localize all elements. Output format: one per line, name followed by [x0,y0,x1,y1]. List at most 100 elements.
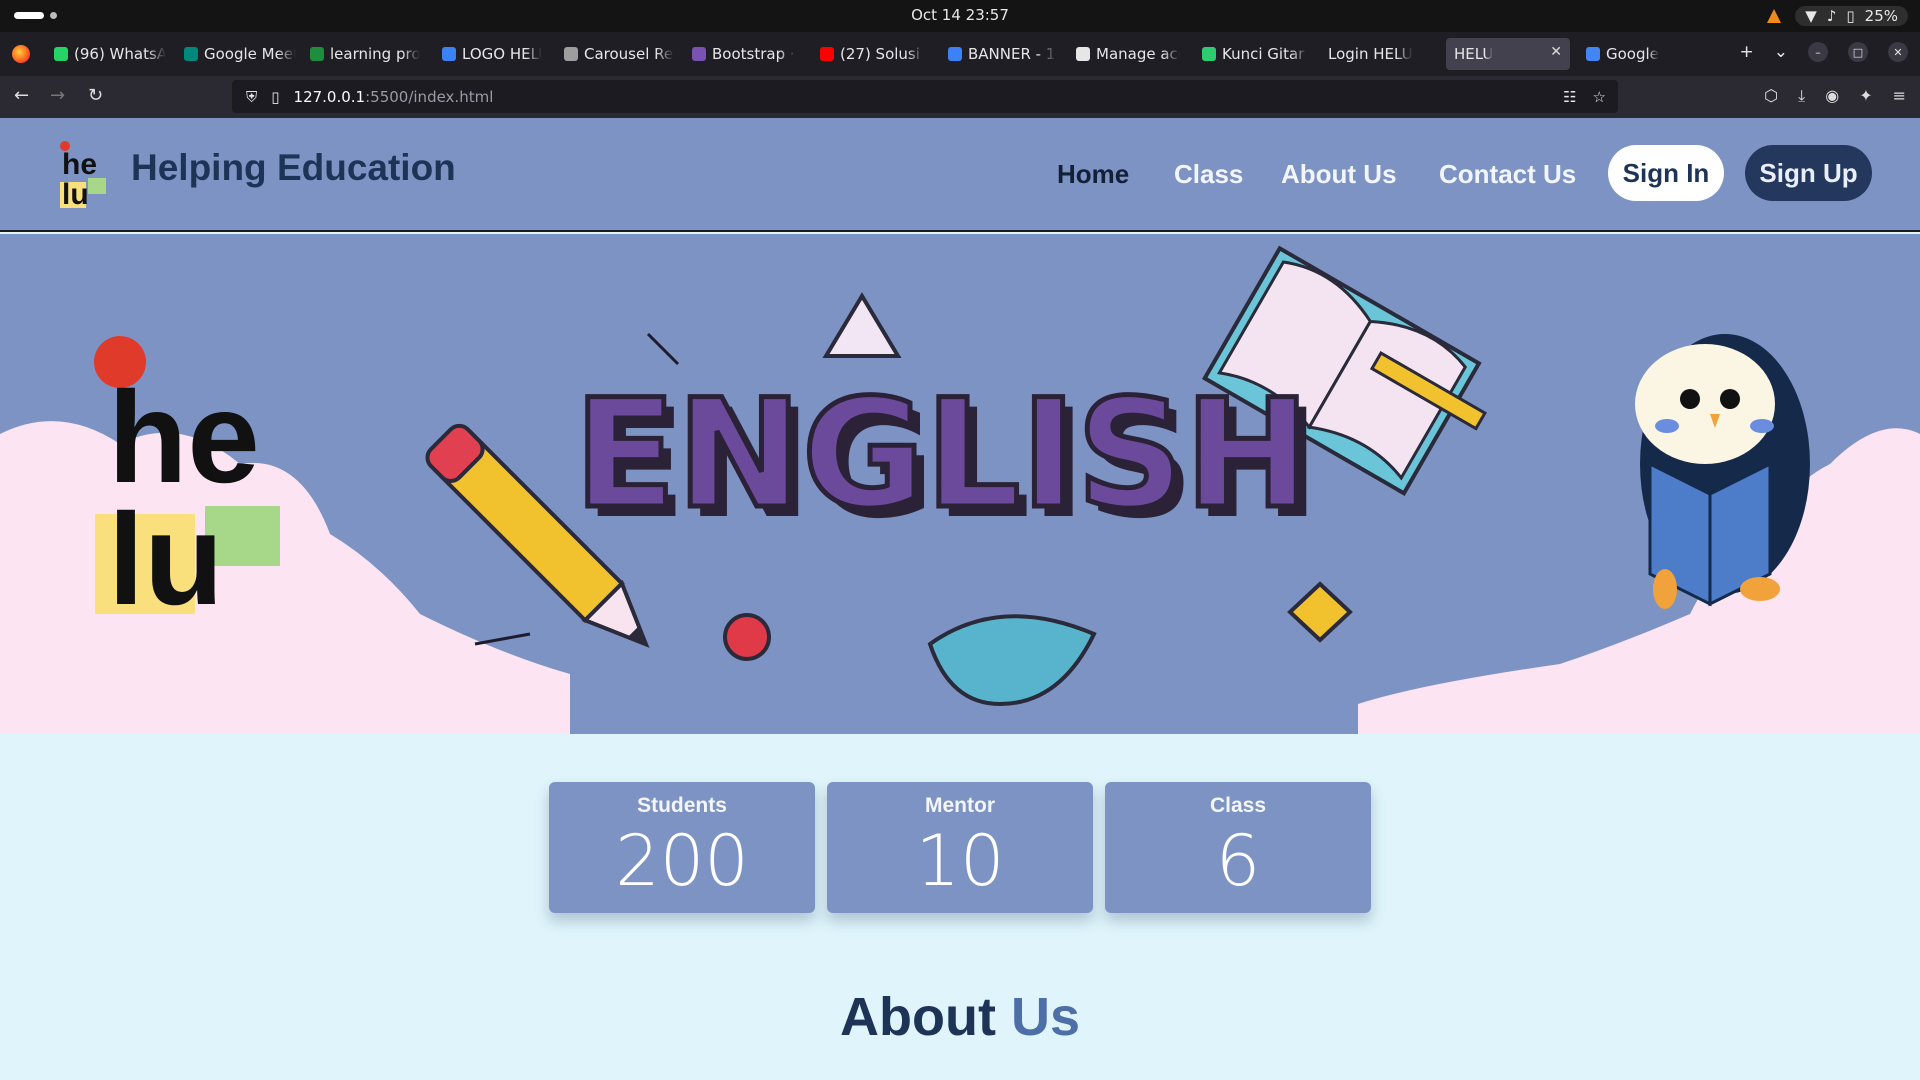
tab-label: BANNER - 19 [968,45,1056,63]
triangle-shape [822,292,902,358]
tab-3[interactable]: learning pro [302,38,420,70]
firefox-icon [12,45,30,63]
youtube-icon [820,47,834,61]
tab-label: (96) WhatsA [74,45,166,63]
banner-logo-bottom: lu [108,486,224,632]
canva-icon [442,47,456,61]
sign-in-button[interactable]: Sign In [1608,145,1724,201]
tab-list-chevron-icon[interactable]: ⌄ [1774,42,1788,62]
sheets-icon [310,47,324,61]
menu-icon[interactable]: ≡ [1893,86,1906,106]
bookmark-star-icon[interactable]: ☆ [1593,88,1606,106]
os-clock[interactable]: Oct 14 23:57 [0,6,1920,24]
minimize-icon[interactable]: – [1808,42,1828,62]
tab-label: Login HELU [1328,45,1413,63]
google-meet-icon [184,47,198,61]
system-status-menu[interactable]: ▼ ♪ ▯ 25% [1795,6,1908,26]
web-page: he lu Helping Education Home Class About… [0,118,1920,1080]
stat-value: 200 [615,820,749,902]
stat-card-students: Students 200 [549,782,815,913]
download-icon[interactable]: ⤓ [1798,86,1805,106]
helu-logo-icon[interactable]: he lu [58,140,108,210]
tab-4[interactable]: LOGO HELU [434,38,542,70]
google-icon [1586,47,1600,61]
tab-12[interactable]: HELU ✕ [1446,38,1570,70]
close-window-icon[interactable]: ✕ [1888,42,1908,62]
restore-icon[interactable]: □ [1848,42,1868,62]
nav-class[interactable]: Class [1174,159,1243,190]
close-tab-icon[interactable]: ✕ [1550,44,1562,60]
tab-6[interactable]: Bootstrap · T [684,38,796,70]
tab-label: learning pro [330,45,420,63]
tab-8[interactable]: BANNER - 19 [940,38,1056,70]
tab-label: Bootstrap · T [712,45,796,63]
svg-text:lu: lu [62,178,89,210]
battery-icon: ▯ [1846,7,1855,25]
generic-icon [1202,47,1216,61]
tab-label: Manage acc [1096,45,1180,63]
tab-1[interactable]: (96) WhatsA [46,38,166,70]
stat-label: Class [1209,794,1267,817]
ball-shape [723,613,771,661]
reader-mode-icon[interactable]: ☷ [1563,88,1576,106]
canva-icon [948,47,962,61]
nav-about-us[interactable]: About Us [1281,159,1397,190]
tab-label: Kunci Gitar F [1222,45,1308,63]
account-icon[interactable]: ◉ [1825,86,1839,106]
stat-card-class: Class 6 [1105,782,1371,913]
svg-text:he: he [62,148,97,181]
address-bar[interactable]: ⛨ ▯ 127.0.0.1:5500/index.html ☷ ☆ [232,80,1618,113]
page-icon: ▯ [271,87,280,106]
tab-label: Carousel Res [584,45,674,63]
cloud-right [1358,428,1920,734]
nav-contact-us[interactable]: Contact Us [1439,159,1576,190]
whatsapp-icon [54,47,68,61]
stat-value: 10 [915,820,1005,902]
stats-row: Students 200 Mentor 10 Class 6 [549,782,1371,913]
brand-name[interactable]: Helping Education [131,147,456,189]
new-tab-icon[interactable]: + [1740,42,1754,62]
tab-label: (27) Solusi E [840,45,924,63]
banner-headline: ENGLISH [574,368,1310,542]
reload-icon[interactable]: ↻ [88,85,103,106]
tab-label: Google Meet [204,45,296,63]
volume-icon: ♪ [1826,7,1837,25]
nav-home[interactable]: Home [1057,159,1129,190]
vlc-icon[interactable] [1767,9,1782,23]
stat-card-mentor: Mentor 10 [827,782,1093,913]
tab-2[interactable]: Google Meet [176,38,296,70]
battery-percent: 25% [1864,7,1898,25]
os-top-bar: Oct 14 23:57 ▼ ♪ ▯ 25% [0,0,1920,32]
about-us-heading: About Us [0,986,1920,1048]
leaf-shape [927,614,1097,707]
github-icon [1076,47,1090,61]
url-host: 127.0.0.1 [293,87,366,106]
bootstrap-icon [692,47,706,61]
tab-11[interactable]: Login HELU [1320,38,1420,70]
tab-label: Google [1606,45,1659,63]
tab-label: LOGO HELU [462,45,542,63]
stat-label: Students [637,794,727,817]
about-title-part2: Us [1010,987,1080,1047]
stat-label: Mentor [925,794,995,817]
extensions-icon[interactable]: ✦ [1859,86,1872,106]
url-path: :5500/index.html [365,87,494,106]
wifi-icon: ▼ [1805,7,1817,25]
hero-banner: he lu ENGLISH ENGLISH [0,234,1920,734]
tab-13[interactable]: Google [1578,38,1688,70]
sign-up-button[interactable]: Sign Up [1745,145,1872,201]
browser-nav-bar: ← → ↻ ⛨ ▯ 127.0.0.1:5500/index.html ☷ ☆ … [0,76,1920,118]
tab-label: HELU [1454,45,1494,63]
tab-7[interactable]: (27) Solusi E [812,38,924,70]
forward-icon[interactable]: → [50,85,65,106]
about-title-part1: About [840,987,996,1047]
tab-10[interactable]: Kunci Gitar F [1194,38,1308,70]
tab-5[interactable]: Carousel Res [556,38,674,70]
tab-9[interactable]: Manage acc [1068,38,1180,70]
pocket-icon[interactable]: ⬡ [1764,86,1778,106]
back-icon[interactable]: ← [14,85,29,106]
shield-icon[interactable]: ⛨ [246,88,257,106]
diamond-shape [1287,581,1353,643]
site-header: he lu Helping Education Home Class About… [0,118,1920,232]
generic-icon [564,47,578,61]
